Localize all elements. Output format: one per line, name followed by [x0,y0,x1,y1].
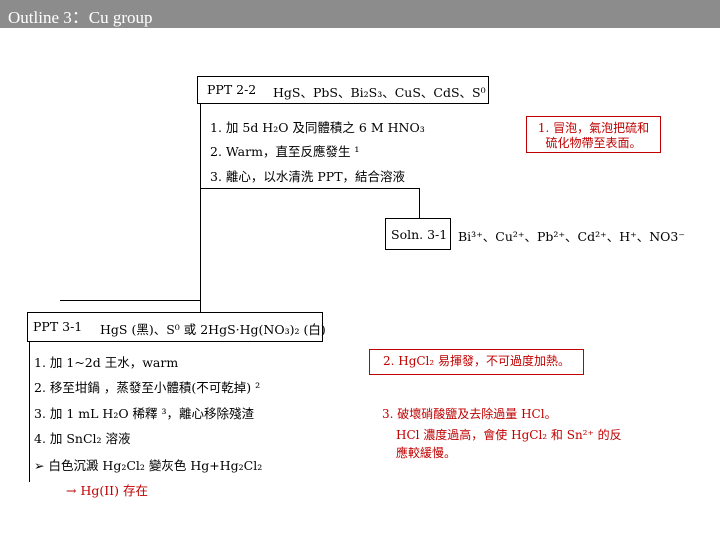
step-a-1: 1. 加 5d H₂O 及同體積之 6 M HNO₃ [210,120,425,135]
slide-title: Outline 3：Cu group [8,8,153,27]
note-b2-line1: 3. 破壞硝酸鹽及去除過量 HCl。 [382,407,557,421]
step-b-2: 2. 移至坩鍋 ，蒸發至小體積(不可乾掉) ² [34,380,261,395]
soln31-ions: Bi³⁺、Cu²⁺、Pb²⁺、Cd²⁺、H⁺、NO3⁻ [458,229,685,244]
ppt31-box: PPT 3-1 HgS (黑)、S⁰ 或 2HgS·Hg(NO₃)₂ (白) [27,312,326,342]
note-a-line1: 1. 冒泡，氣泡把硫和 [537,121,650,135]
step-b-4: 4. 加 SnCl₂ 溶液 [34,431,131,446]
note-b2-line3: 應較緩慢。 [396,446,457,460]
step-b-5: ➢ 白色沉澱 Hg₂Cl₂ 變灰色 Hg+Hg₂Cl₂ [34,458,263,473]
step-a-2: 2. Warm，直至反應發生 ¹ [210,144,360,159]
connector-line [200,188,420,189]
note-b2-line2: HCl 濃度過高，會使 HgCl₂ 和 Sn²⁺ 的反 [396,428,622,442]
connector-line [60,300,201,301]
note-a-line2: 硫化物帶至表面。 [545,136,642,150]
step-b-1: 1. 加 1~2d 王水，warm [34,355,179,370]
ppt31-label: PPT 3-1 [33,319,83,334]
step-a-3: 3. 離心，以水清洗 PPT，結合溶液 [210,169,406,184]
note-b1-text: 2. HgCl₂ 易揮發，不可過度加熱。 [382,354,571,368]
step-b-3: 3. 加 1 mL H₂O 稀釋 ³，離心移除殘渣 [34,406,255,421]
connector-line [200,188,201,312]
step-b-result: → Hg(II) 存在 [66,483,148,498]
note-b1-box: 2. HgCl₂ 易揮發，不可過度加熱。 [369,349,584,375]
ppt22-compounds: HgS、PbS、Bi₂S₃、CuS、CdS、S⁰ [273,85,486,100]
soln31-box: Soln. 3-1 [385,218,451,250]
title-bar: Outline 3：Cu group [0,0,720,28]
soln31-label: Soln. 3-1 [391,227,448,242]
connector-line [29,341,30,482]
connector-line [419,188,420,218]
ppt22-label: PPT 2-2 [207,82,257,97]
ppt31-compounds: HgS (黑)、S⁰ 或 2HgS·Hg(NO₃)₂ (白) [100,322,326,337]
note-a-box: 1. 冒泡，氣泡把硫和 硫化物帶至表面。 [526,116,661,153]
connector-line [200,103,201,189]
ppt22-box: PPT 2-2 HgS、PbS、Bi₂S₃、CuS、CdS、S⁰ [197,76,489,104]
